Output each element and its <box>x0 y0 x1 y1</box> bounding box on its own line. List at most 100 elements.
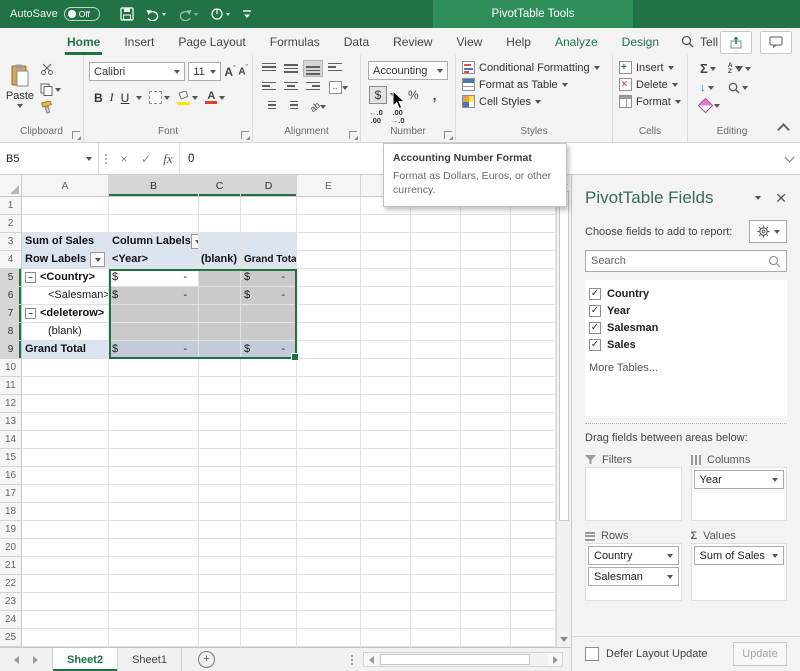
cell-D9[interactable]: $- <box>241 341 297 359</box>
cell-H9[interactable] <box>461 341 511 359</box>
decrease-indent-button[interactable] <box>259 98 279 115</box>
row-header-14[interactable]: 14 <box>0 431 22 449</box>
cell-G23[interactable] <box>411 593 461 611</box>
cell-G10[interactable] <box>411 359 461 377</box>
scroll-down-button[interactable] <box>557 632 571 647</box>
cell-E6[interactable] <box>297 287 361 305</box>
cell-B5[interactable]: $- <box>109 269 199 287</box>
cell-I5[interactable] <box>511 269 556 287</box>
pane-close-icon[interactable]: ✕ <box>775 190 787 207</box>
tab-home[interactable]: Home <box>55 28 112 55</box>
cell-E17[interactable] <box>297 485 361 503</box>
cell-D2[interactable] <box>241 215 297 233</box>
merge-center-button[interactable]: ↔ <box>325 79 351 96</box>
middle-align-button[interactable] <box>281 60 301 77</box>
cell-H18[interactable] <box>461 503 511 521</box>
cell-F20[interactable] <box>361 539 411 557</box>
tab-formulas[interactable]: Formulas <box>258 28 332 55</box>
underline-dropdown-caret[interactable] <box>136 96 142 100</box>
row-header-5[interactable]: 5 <box>0 269 22 287</box>
cell-E13[interactable] <box>297 413 361 431</box>
grow-font-button[interactable]: Aˆ <box>224 65 235 79</box>
collapse-button[interactable]: − <box>25 308 36 319</box>
top-align-button[interactable] <box>259 60 279 77</box>
cell-C21[interactable] <box>199 557 241 575</box>
cell-G20[interactable] <box>411 539 461 557</box>
cell-I7[interactable] <box>511 305 556 323</box>
cell-G19[interactable] <box>411 521 461 539</box>
cell-C13[interactable] <box>199 413 241 431</box>
cell-E21[interactable] <box>297 557 361 575</box>
tab-analyze[interactable]: Analyze <box>543 28 610 55</box>
cell-I17[interactable] <box>511 485 556 503</box>
cell-B14[interactable] <box>109 431 199 449</box>
cell-H24[interactable] <box>461 611 511 629</box>
new-sheet-button[interactable]: + <box>198 651 215 668</box>
cell-I24[interactable] <box>511 611 556 629</box>
tab-insert[interactable]: Insert <box>112 28 166 55</box>
cell-F5[interactable] <box>361 269 411 287</box>
underline-button[interactable]: U <box>121 91 130 105</box>
cell-C5[interactable] <box>199 269 241 287</box>
cell-D10[interactable] <box>241 359 297 377</box>
cell-I6[interactable] <box>511 287 556 305</box>
cell-H15[interactable] <box>461 449 511 467</box>
cell-I18[interactable] <box>511 503 556 521</box>
cell-C1[interactable] <box>199 197 241 215</box>
cell-E14[interactable] <box>297 431 361 449</box>
cell-E16[interactable] <box>297 467 361 485</box>
cell-F6[interactable] <box>361 287 411 305</box>
number-dialog-launcher[interactable] <box>444 131 452 139</box>
cell-E23[interactable] <box>297 593 361 611</box>
cell-F23[interactable] <box>361 593 411 611</box>
cell-H8[interactable] <box>461 323 511 341</box>
cell-A7[interactable]: −<deleterow> <box>22 305 109 323</box>
cell-H22[interactable] <box>461 575 511 593</box>
cell-E24[interactable] <box>297 611 361 629</box>
shrink-font-button[interactable]: Aˇ <box>238 65 248 77</box>
cut-button[interactable] <box>40 63 61 78</box>
field-item-year[interactable]: ✓Year <box>589 302 783 319</box>
cell-G7[interactable] <box>411 305 461 323</box>
align-left-button[interactable] <box>259 79 279 96</box>
cell-F24[interactable] <box>361 611 411 629</box>
cell-C2[interactable] <box>199 215 241 233</box>
cell-A10[interactable] <box>22 359 109 377</box>
cell-D5[interactable]: $- <box>241 269 297 287</box>
pivot-field-chip-country[interactable]: Country <box>588 546 679 565</box>
cell-H14[interactable] <box>461 431 511 449</box>
cell-I19[interactable] <box>511 521 556 539</box>
tab-design[interactable]: Design <box>610 28 671 55</box>
cell-E25[interactable] <box>297 629 361 647</box>
pivot-field-chip-sum-of-sales[interactable]: Sum of Sales <box>694 546 785 565</box>
cell-C4[interactable]: (blank) <box>199 251 241 269</box>
cell-E19[interactable] <box>297 521 361 539</box>
center-button[interactable] <box>281 79 301 96</box>
clipboard-dialog-launcher[interactable] <box>72 131 80 139</box>
cell-A15[interactable] <box>22 449 109 467</box>
cell-F15[interactable] <box>361 449 411 467</box>
cell-E7[interactable] <box>297 305 361 323</box>
cell-B4[interactable]: <Year> <box>109 251 199 269</box>
cell-H13[interactable] <box>461 413 511 431</box>
cell-A12[interactable] <box>22 395 109 413</box>
copy-button[interactable] <box>40 83 61 96</box>
cell-C10[interactable] <box>199 359 241 377</box>
cell-E12[interactable] <box>297 395 361 413</box>
cell-B22[interactable] <box>109 575 199 593</box>
row-header-7[interactable]: 7 <box>0 305 22 323</box>
cell-G21[interactable] <box>411 557 461 575</box>
field-item-country[interactable]: ✓Country <box>589 285 783 302</box>
cell-H20[interactable] <box>461 539 511 557</box>
defer-layout-checkbox[interactable] <box>585 647 599 661</box>
cell-H5[interactable] <box>461 269 511 287</box>
next-sheet-button[interactable] <box>33 656 38 664</box>
autosum-button[interactable]: Σ <box>700 61 716 76</box>
cell-A9[interactable]: Grand Total <box>22 341 109 359</box>
cell-I25[interactable] <box>511 629 556 647</box>
fill-button[interactable]: ↓ <box>700 82 714 94</box>
cell-D16[interactable] <box>241 467 297 485</box>
cell-F13[interactable] <box>361 413 411 431</box>
cell-F4[interactable] <box>361 251 411 269</box>
cell-D22[interactable] <box>241 575 297 593</box>
